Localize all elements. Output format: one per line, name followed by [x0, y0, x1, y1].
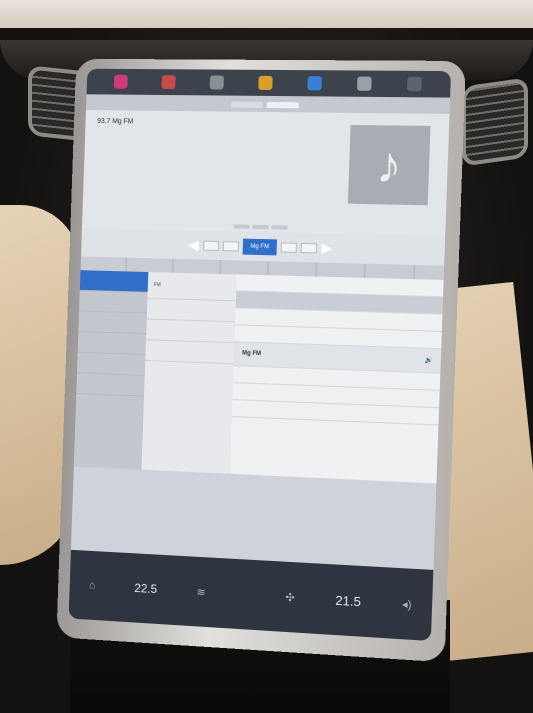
tab-left[interactable]	[230, 101, 263, 108]
toggle-option-1[interactable]	[233, 224, 250, 229]
category-item[interactable]	[77, 332, 147, 356]
category-item[interactable]	[76, 373, 145, 397]
preset-button-active[interactable]: Mg FM	[242, 238, 278, 255]
subcategory-item[interactable]	[145, 340, 235, 365]
driver-temperature[interactable]: 22.5	[134, 581, 157, 596]
album-art: ♪	[347, 124, 431, 206]
category-item[interactable]	[76, 352, 146, 376]
subcategory-item[interactable]	[146, 298, 236, 323]
subcategory-item[interactable]	[145, 319, 236, 344]
volume-icon[interactable]: ◂)	[402, 597, 412, 611]
subcategory-item[interactable]: FM	[147, 272, 237, 302]
category-item[interactable]	[79, 290, 148, 314]
touchscreen-bezel: 93.7 Mg FM ♪ ◀ Mg FM ▶ FM Mg FM 🔊 ⌂ 22.5…	[56, 58, 466, 663]
browse-panel: FM Mg FM 🔊	[73, 270, 444, 484]
category-item[interactable]	[78, 311, 147, 335]
fan-icon[interactable]: ✣	[285, 590, 295, 604]
now-playing-panel: 93.7 Mg FM ♪	[82, 110, 450, 227]
speaker-icon: 🔊	[424, 357, 433, 365]
settings-app-icon[interactable]	[357, 76, 372, 91]
previous-arrow-icon[interactable]: ◀	[188, 236, 199, 253]
preset-button[interactable]	[202, 240, 219, 251]
passenger-temperature[interactable]: 21.5	[335, 592, 361, 609]
right-air-vent	[462, 77, 528, 167]
energy-app-icon[interactable]	[258, 75, 273, 90]
bluetooth-icon[interactable]	[307, 76, 323, 91]
category-item[interactable]	[79, 270, 149, 293]
calendar-app-icon[interactable]	[209, 75, 224, 90]
next-arrow-icon[interactable]: ▶	[321, 239, 332, 256]
wifi-icon	[407, 76, 423, 92]
media-app-icon[interactable]	[113, 74, 128, 89]
car-icon[interactable]: ⌂	[89, 579, 96, 591]
touchscreen[interactable]: 93.7 Mg FM ♪ ◀ Mg FM ▶ FM Mg FM 🔊 ⌂ 22.5…	[68, 68, 452, 642]
tab-active[interactable]	[266, 101, 299, 109]
toggle-option-2[interactable]	[252, 224, 269, 230]
preset-button[interactable]	[301, 242, 318, 253]
station-list: Mg FM 🔊	[229, 274, 444, 484]
music-note-icon: ♪	[375, 136, 403, 194]
preset-button[interactable]	[280, 242, 298, 253]
toggle-option-3[interactable]	[271, 225, 288, 230]
seat-heater-icon[interactable]: ≋	[196, 585, 206, 598]
category-column	[73, 270, 149, 470]
preset-button[interactable]	[222, 240, 239, 251]
climate-bar: ⌂ 22.5 ≋ ✣ 21.5 ◂)	[68, 549, 434, 642]
phone-app-icon[interactable]	[161, 75, 176, 90]
list-item-label: Mg FM	[241, 350, 262, 358]
status-bar	[86, 68, 452, 98]
subcategory-column: FM	[141, 272, 237, 474]
